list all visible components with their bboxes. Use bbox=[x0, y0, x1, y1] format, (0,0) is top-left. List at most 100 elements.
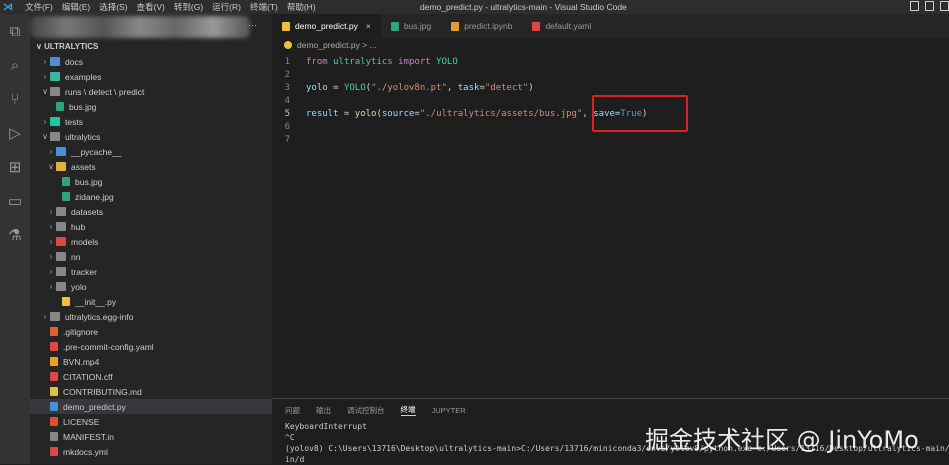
explorer-icon[interactable]: ⧉ bbox=[0, 14, 30, 48]
code-token: ) bbox=[528, 82, 534, 93]
chevron-right-icon: › bbox=[43, 312, 47, 321]
file-icon bbox=[50, 387, 58, 396]
tab-default-yaml[interactable]: default.yaml bbox=[522, 14, 601, 38]
toggle-panel-icon[interactable] bbox=[925, 1, 934, 11]
file-item[interactable]: LICENSE bbox=[30, 414, 272, 429]
item-label: mkdocs.yml bbox=[63, 446, 108, 457]
breadcrumb[interactable]: demo_predict.py > ... bbox=[272, 38, 949, 52]
explorer-sidebar: ··· ∨ ULTRALYTICS › docs › examples ∨ runs \ … bbox=[30, 14, 272, 464]
chevron-right-icon: › bbox=[43, 57, 47, 66]
search-icon[interactable]: ⌕ bbox=[0, 48, 30, 82]
chevron-right-icon: › bbox=[43, 72, 47, 81]
panel-tab[interactable]: JUPYTER bbox=[432, 406, 466, 415]
menu-item[interactable]: 文件(F) bbox=[25, 2, 53, 12]
menu-item[interactable]: 运行(R) bbox=[212, 2, 241, 12]
file-icon bbox=[62, 177, 70, 186]
folder-item[interactable]: ∨ ultralytics bbox=[30, 129, 272, 144]
chevron-right-icon: › bbox=[49, 237, 53, 246]
chevron-right-icon: › bbox=[49, 267, 53, 276]
folder-item[interactable]: ∨ runs \ detect \ predict bbox=[30, 84, 272, 99]
line-number: 4 bbox=[284, 95, 290, 106]
tab-label: predict.ipynb bbox=[464, 21, 513, 31]
chevron-right-icon: › bbox=[49, 282, 53, 291]
folder-item[interactable]: › hub bbox=[30, 219, 272, 234]
layout-controls bbox=[910, 1, 949, 11]
line-number: 7 bbox=[284, 134, 290, 145]
panel-tab[interactable]: 调试控制台 bbox=[347, 405, 385, 416]
folder-item[interactable]: › ultralytics.egg-info bbox=[30, 309, 272, 324]
folder-icon bbox=[50, 312, 60, 321]
file-item[interactable]: BVN.mp4 bbox=[30, 354, 272, 369]
section-label: ULTRALYTICS bbox=[44, 42, 99, 51]
toggle-sidebar-icon[interactable] bbox=[910, 1, 919, 11]
extensions-icon[interactable]: ⊞ bbox=[0, 150, 30, 184]
item-label: __pycache__ bbox=[71, 146, 122, 157]
file-item[interactable]: .pre-commit-config.yaml bbox=[30, 339, 272, 354]
file-icon bbox=[50, 357, 58, 366]
item-label: examples bbox=[65, 71, 102, 82]
menu-item[interactable]: 选择(S) bbox=[99, 2, 127, 12]
toggle-secondary-sidebar-icon[interactable] bbox=[940, 1, 949, 11]
code-token: "./ultralytics/assets/bus.jpg" bbox=[419, 108, 583, 119]
panel-tab[interactable]: 输出 bbox=[316, 405, 331, 416]
line-number: 1 bbox=[284, 56, 290, 67]
item-label: bus.jpg bbox=[69, 101, 97, 112]
source-control-icon[interactable]: ⑂ bbox=[0, 82, 30, 116]
tab-demo_predict-py[interactable]: demo_predict.py × bbox=[272, 14, 381, 38]
more-actions-button[interactable]: ··· bbox=[248, 20, 257, 30]
tab-predict-ipynb[interactable]: predict.ipynb bbox=[441, 14, 522, 38]
remote-explorer-icon[interactable]: ▭ bbox=[0, 184, 30, 218]
item-label: assets bbox=[71, 161, 96, 172]
panel-tab[interactable]: 问题 bbox=[285, 405, 300, 416]
close-icon[interactable]: × bbox=[366, 21, 371, 31]
menu-item[interactable]: 帮助(H) bbox=[287, 2, 316, 12]
explorer-header: ··· bbox=[30, 14, 272, 38]
file-item[interactable]: demo_predict.py bbox=[30, 399, 272, 414]
file-item[interactable]: MANIFEST.in bbox=[30, 429, 272, 444]
run-debug-icon[interactable]: ▷ bbox=[0, 116, 30, 150]
chevron-right-icon: › bbox=[49, 252, 53, 261]
folder-item[interactable]: › yolo bbox=[30, 279, 272, 294]
file-icon bbox=[390, 21, 399, 31]
folder-item[interactable]: › __pycache__ bbox=[30, 144, 272, 159]
folder-item[interactable]: › examples bbox=[30, 69, 272, 84]
file-item[interactable]: .gitignore bbox=[30, 324, 272, 339]
menu-item[interactable]: 编辑(E) bbox=[62, 2, 90, 12]
file-item[interactable]: mkdocs.yml bbox=[30, 444, 272, 459]
tab-bus-jpg[interactable]: bus.jpg bbox=[381, 14, 441, 38]
tab-label: demo_predict.py bbox=[295, 21, 358, 31]
file-item[interactable]: bus.jpg bbox=[30, 174, 272, 189]
menu-item[interactable]: 终端(T) bbox=[250, 2, 278, 12]
folder-item[interactable]: › nn bbox=[30, 249, 272, 264]
code-line: 3 yolo = YOLO("./yolov8n.pt", task = "detec… bbox=[272, 81, 647, 94]
panel-tab[interactable]: 终端 bbox=[400, 404, 416, 416]
code-token: import bbox=[398, 56, 431, 67]
chevron-right-icon: › bbox=[49, 207, 53, 216]
file-icon bbox=[532, 21, 541, 31]
file-icon bbox=[50, 417, 58, 426]
file-item[interactable]: CITATION.cff bbox=[30, 369, 272, 384]
item-label: yolo bbox=[71, 281, 87, 292]
code-line: 1 from ultralytics import YOLO bbox=[272, 55, 647, 68]
item-label: LICENSE bbox=[63, 416, 100, 427]
workspace-section-title[interactable]: ∨ ULTRALYTICS bbox=[36, 42, 98, 51]
folder-item[interactable]: › tracker bbox=[30, 264, 272, 279]
folder-item[interactable]: ∨ assets bbox=[30, 159, 272, 174]
file-icon bbox=[62, 192, 70, 201]
file-item[interactable]: bus.jpg bbox=[30, 99, 272, 114]
folder-item[interactable]: › docs bbox=[30, 54, 272, 69]
folder-item[interactable]: › models bbox=[30, 234, 272, 249]
file-item[interactable]: zidane.jpg bbox=[30, 189, 272, 204]
menu-item[interactable]: 转到(G) bbox=[174, 2, 203, 12]
folder-item[interactable]: › datasets bbox=[30, 204, 272, 219]
file-icon bbox=[56, 102, 64, 111]
line-number: 5 bbox=[284, 108, 290, 119]
folder-icon bbox=[56, 267, 66, 276]
file-item[interactable]: CONTRIBUTING.md bbox=[30, 384, 272, 399]
file-item[interactable]: __init__.py bbox=[30, 294, 272, 309]
folder-item[interactable]: › tests bbox=[30, 114, 272, 129]
folder-icon bbox=[56, 237, 66, 246]
folder-icon bbox=[56, 222, 66, 231]
menu-item[interactable]: 查看(V) bbox=[137, 2, 165, 12]
testing-icon[interactable]: ⚗ bbox=[0, 218, 30, 252]
